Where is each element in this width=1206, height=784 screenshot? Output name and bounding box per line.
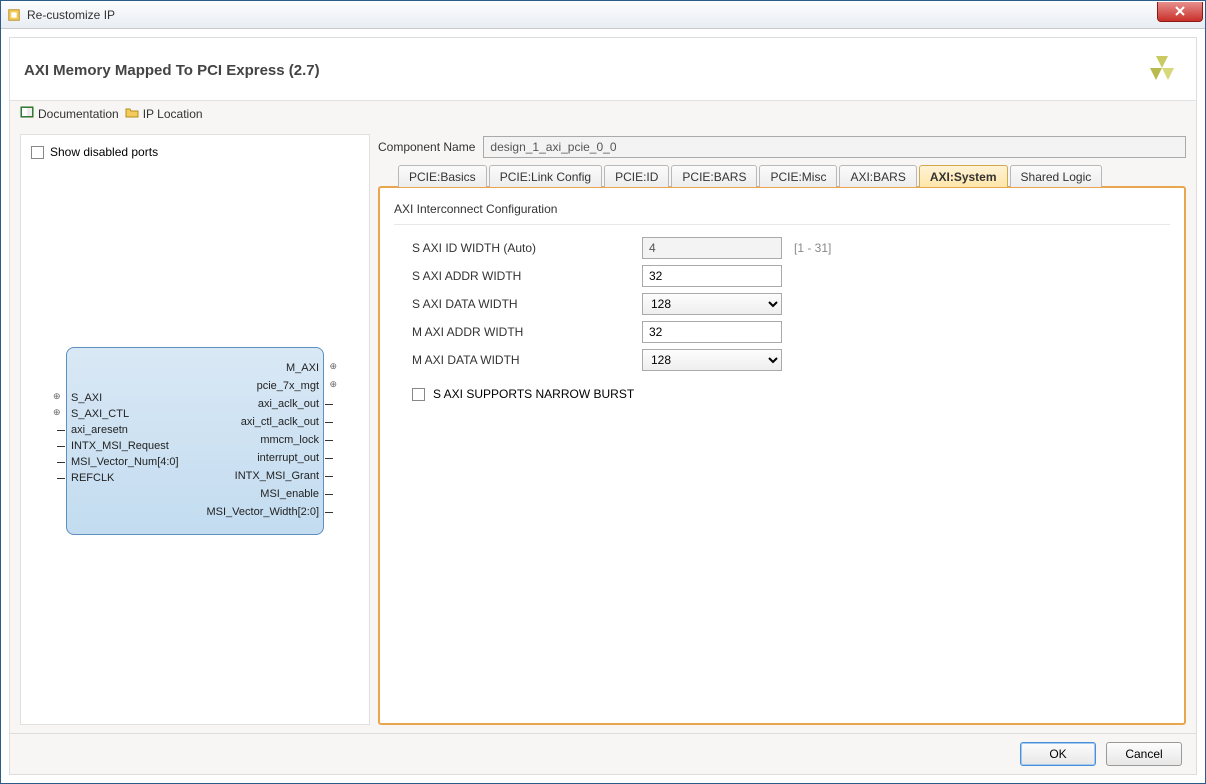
narrow-burst-checkbox[interactable] [412,388,425,401]
port-msi-enable: MSI_enable [260,488,319,500]
port-axi-aclk-out: axi_aclk_out [258,398,319,410]
port-mmcm-lock: mmcm_lock [260,434,319,446]
port-refclk: REFCLK [71,472,114,484]
dialog-window: Re-customize IP AXI Memory Mapped To PCI… [0,0,1206,784]
label-s-axi-addr-width: S AXI ADDR WIDTH [412,269,642,283]
show-disabled-label: Show disabled ports [50,145,158,159]
component-name-row: Component Name [378,134,1186,164]
pin-icon [325,512,333,513]
cancel-button[interactable]: Cancel [1106,742,1182,766]
expand-icon[interactable]: ⊕ [329,362,337,371]
book-icon [20,105,34,122]
tab-pcie-bars[interactable]: PCIE:BARS [671,165,757,187]
narrow-burst-label: S AXI SUPPORTS NARROW BURST [433,387,634,401]
tab-pcie-id[interactable]: PCIE:ID [604,165,669,187]
tab-shared-logic[interactable]: Shared Logic [1010,165,1103,187]
pin-icon [57,478,65,479]
tab-pcie-basics[interactable]: PCIE:Basics [398,165,487,187]
label-m-axi-data-width: M AXI DATA WIDTH [412,353,642,367]
page-title: AXI Memory Mapped To PCI Express (2.7) [24,62,1142,79]
ip-icon [7,8,21,22]
tab-axi-system[interactable]: AXI:System [919,165,1008,187]
input-m-axi-addr-width[interactable] [642,321,782,343]
input-s-axi-addr-width[interactable] [642,265,782,287]
pin-icon [57,446,65,447]
port-interrupt-out: interrupt_out [257,452,319,464]
select-m-axi-data-width[interactable]: 128 [642,349,782,371]
ok-button[interactable]: OK [1020,742,1096,766]
row-narrow-burst[interactable]: S AXI SUPPORTS NARROW BURST [394,387,1170,401]
expand-icon[interactable]: ⊕ [53,408,61,417]
toolbar: Documentation IP Location [10,101,1196,126]
port-m-axi: M_AXI [286,362,319,374]
port-axi-aresetn: axi_aresetn [71,424,128,436]
show-disabled-row[interactable]: Show disabled ports [27,141,363,163]
pin-icon [325,458,333,459]
port-axi-ctl-aclk-out: axi_ctl_aclk_out [241,416,319,428]
ip-preview-area: ⊕ S_AXI ⊕ S_AXI_CTL axi_aresetn INTX_MSI… [27,163,363,718]
documentation-link[interactable]: Documentation [20,105,119,122]
content-area: AXI Memory Mapped To PCI Express (2.7) D… [9,37,1197,775]
pin-icon [325,494,333,495]
group-title: AXI Interconnect Configuration [394,198,1170,225]
port-intx-msi-grant: INTX_MSI_Grant [235,470,319,482]
row-s-axi-addr-width: S AXI ADDR WIDTH [394,265,1170,287]
pin-icon [57,462,65,463]
row-s-axi-id-width: S AXI ID WIDTH (Auto) [1 - 31] [394,237,1170,259]
folder-icon [125,105,139,122]
right-panel: Component Name PCIE:Basics PCIE:Link Con… [378,134,1186,725]
main-area: Show disabled ports ⊕ S_AXI ⊕ S_AXI_CTL … [10,126,1196,733]
port-intx-msi-request: INTX_MSI_Request [71,440,169,452]
component-name-input[interactable] [483,136,1186,158]
port-pcie-7x-mgt: pcie_7x_mgt [257,380,319,392]
ip-location-label: IP Location [143,107,203,121]
port-msi-vector-num: MSI_Vector_Num[4:0] [71,456,179,468]
label-m-axi-addr-width: M AXI ADDR WIDTH [412,325,642,339]
tabs-row: PCIE:Basics PCIE:Link Config PCIE:ID PCI… [378,164,1186,186]
label-s-axi-data-width: S AXI DATA WIDTH [412,297,642,311]
input-s-axi-id-width[interactable] [642,237,782,259]
port-msi-vector-width: MSI_Vector_Width[2:0] [207,506,320,518]
label-s-axi-id-width: S AXI ID WIDTH (Auto) [412,241,642,255]
tab-pane-axi-system: AXI Interconnect Configuration S AXI ID … [378,186,1186,725]
hint-s-axi-id-width: [1 - 31] [794,241,831,255]
window-title: Re-customize IP [27,8,1157,22]
tab-axi-bars[interactable]: AXI:BARS [839,165,916,187]
documentation-label: Documentation [38,107,119,121]
row-m-axi-data-width: M AXI DATA WIDTH 128 [394,349,1170,371]
close-button[interactable] [1157,2,1203,22]
show-disabled-checkbox[interactable] [31,146,44,159]
titlebar: Re-customize IP [1,1,1205,29]
ip-location-link[interactable]: IP Location [125,105,203,122]
pin-icon [325,440,333,441]
pin-icon [325,422,333,423]
pin-icon [325,404,333,405]
port-s-axi: S_AXI [71,392,102,404]
header-row: AXI Memory Mapped To PCI Express (2.7) [10,38,1196,101]
ip-block: ⊕ S_AXI ⊕ S_AXI_CTL axi_aresetn INTX_MSI… [66,347,324,535]
row-m-axi-addr-width: M AXI ADDR WIDTH [394,321,1170,343]
left-panel: Show disabled ports ⊕ S_AXI ⊕ S_AXI_CTL … [20,134,370,725]
tab-pcie-misc[interactable]: PCIE:Misc [759,165,837,187]
vivado-logo-icon [1142,50,1182,90]
expand-icon[interactable]: ⊕ [329,380,337,389]
expand-icon[interactable]: ⊕ [53,392,61,401]
pin-icon [57,430,65,431]
row-s-axi-data-width: S AXI DATA WIDTH 128 [394,293,1170,315]
tab-pcie-link-config[interactable]: PCIE:Link Config [489,165,602,187]
select-s-axi-data-width[interactable]: 128 [642,293,782,315]
pin-icon [325,476,333,477]
footer: OK Cancel [10,733,1196,774]
component-name-label: Component Name [378,140,475,154]
port-s-axi-ctl: S_AXI_CTL [71,408,129,420]
